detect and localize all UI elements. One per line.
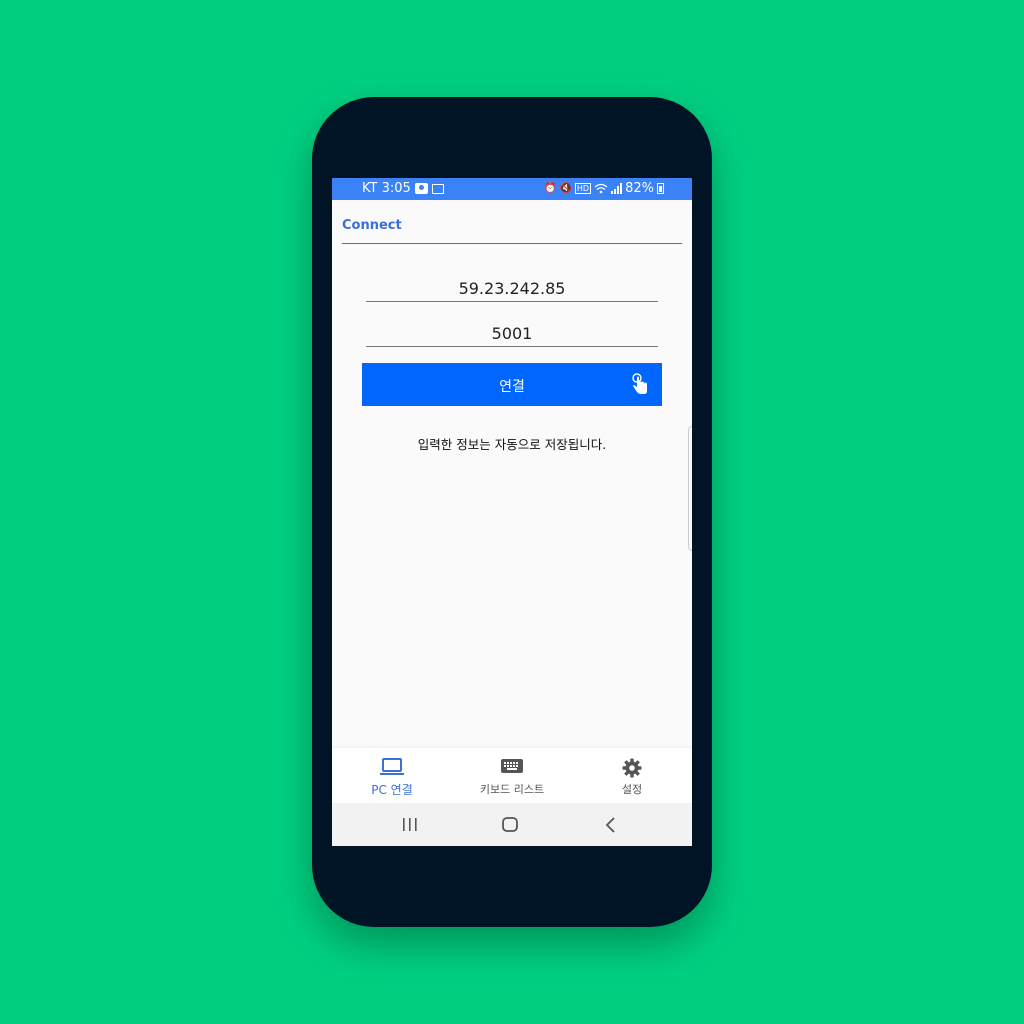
carrier-time: KT 3:05 — [362, 181, 411, 196]
page-title: Connect — [342, 218, 402, 233]
tab-keyboard-list-label: 키보드 리스트 — [479, 783, 545, 796]
edge-panel-handle[interactable] — [688, 426, 692, 551]
info-text: 입력한 정보는 자동으로 저장됩니다. — [417, 437, 607, 452]
hd-icon: HD — [574, 183, 592, 194]
header-underline — [342, 243, 682, 244]
status-bar: KT 3:05 ⏰ 🔇 HD 82% — [332, 178, 692, 200]
connect-button-label: 연결 — [499, 379, 525, 395]
battery-icon — [657, 183, 664, 194]
system-navigation-bar — [332, 803, 692, 846]
app-screen: KT 3:05 ⏰ 🔇 HD 82% Connect 59.23.242.85 … — [332, 178, 692, 846]
tab-settings[interactable]: 설정 — [572, 748, 692, 803]
status-left: KT 3:05 — [362, 181, 444, 196]
recent-apps-icon[interactable] — [395, 815, 425, 835]
photo-icon — [414, 183, 428, 194]
ip-address-input[interactable] — [366, 275, 658, 302]
bottom-navigation: PC 연결 키보드 리스트 설정 — [332, 748, 692, 803]
tab-pc-connect[interactable]: PC 연결 — [332, 748, 452, 803]
alarm-icon: ⏰ — [544, 182, 557, 194]
signal-icon — [611, 183, 623, 194]
tab-keyboard-list[interactable]: 키보드 리스트 — [452, 748, 572, 803]
touch-icon — [632, 373, 647, 394]
gallery-icon — [431, 183, 444, 194]
status-right: ⏰ 🔇 HD 82% — [544, 181, 664, 196]
connect-button[interactable]: 연결 — [362, 363, 662, 406]
battery-percent: 82% — [625, 181, 654, 196]
mute-icon: 🔇 — [559, 182, 572, 194]
home-icon[interactable] — [495, 815, 525, 835]
tab-pc-connect-label: PC 연결 — [371, 783, 413, 797]
gear-icon — [622, 758, 642, 778]
port-input[interactable] — [366, 320, 658, 347]
laptop-icon — [380, 758, 404, 775]
tab-settings-label: 설정 — [621, 783, 643, 796]
back-icon[interactable] — [596, 815, 626, 835]
wifi-icon — [594, 183, 608, 194]
keyboard-icon — [501, 759, 523, 773]
